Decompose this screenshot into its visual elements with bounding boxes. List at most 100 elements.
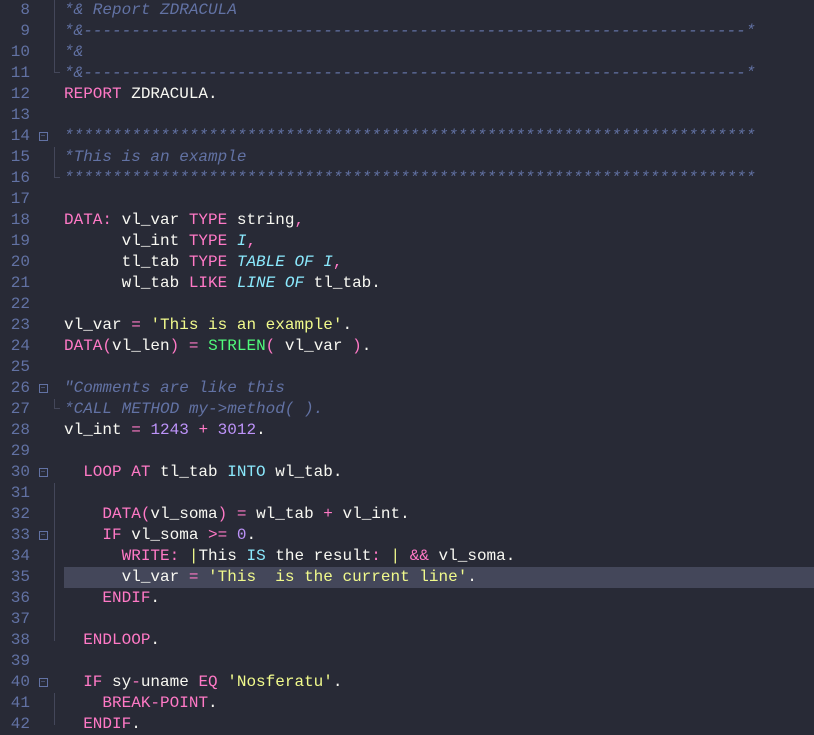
fold-cell bbox=[36, 567, 50, 588]
code-line[interactable]: ****************************************… bbox=[64, 168, 814, 189]
code-line[interactable]: ENDIF. bbox=[64, 588, 814, 609]
token-ident bbox=[189, 421, 199, 439]
code-line[interactable] bbox=[64, 651, 814, 672]
line-number: 27 bbox=[0, 399, 30, 420]
line-number: 32 bbox=[0, 504, 30, 525]
token-comment: ****************************************… bbox=[64, 127, 755, 145]
code-line[interactable]: wl_tab LIKE LINE OF tl_tab. bbox=[64, 273, 814, 294]
token-ident bbox=[400, 547, 410, 565]
code-line[interactable] bbox=[64, 483, 814, 504]
code-line[interactable]: *& Report ZDRACULA bbox=[64, 0, 814, 21]
code-line[interactable]: DATA(vl_len) = STRLEN( vl_var ). bbox=[64, 336, 814, 357]
code-line[interactable]: vl_var = 'This is an example'. bbox=[64, 315, 814, 336]
code-line[interactable]: DATA(vl_soma) = wl_tab + vl_int. bbox=[64, 504, 814, 525]
code-line[interactable] bbox=[64, 441, 814, 462]
token-ident bbox=[64, 673, 83, 691]
fold-cell bbox=[36, 294, 50, 315]
token-number: 0 bbox=[237, 526, 247, 544]
code-editor[interactable]: 8910111213141516171819202122232425262728… bbox=[0, 0, 814, 734]
indent-guide bbox=[50, 210, 64, 231]
code-line[interactable] bbox=[64, 294, 814, 315]
code-line[interactable]: "Comments are like this bbox=[64, 378, 814, 399]
fold-cell[interactable] bbox=[36, 378, 50, 399]
indent-guide bbox=[50, 567, 64, 588]
fold-toggle-icon[interactable] bbox=[39, 132, 48, 141]
token-ident: vl_var bbox=[64, 568, 189, 586]
code-line[interactable]: vl_int TYPE I, bbox=[64, 231, 814, 252]
code-line[interactable]: *CALL METHOD my->method( ). bbox=[64, 399, 814, 420]
token-type: TABLE OF bbox=[237, 253, 314, 271]
line-number: 39 bbox=[0, 651, 30, 672]
indent-guide bbox=[50, 630, 64, 651]
line-number: 17 bbox=[0, 189, 30, 210]
line-number: 11 bbox=[0, 63, 30, 84]
token-keyword: DATA bbox=[102, 505, 140, 523]
code-line[interactable]: *& bbox=[64, 42, 814, 63]
fold-cell bbox=[36, 399, 50, 420]
fold-column bbox=[36, 0, 50, 734]
code-line[interactable]: ****************************************… bbox=[64, 126, 814, 147]
code-area[interactable]: *& Report ZDRACULA*&--------------------… bbox=[64, 0, 814, 734]
line-number: 13 bbox=[0, 105, 30, 126]
code-line[interactable] bbox=[64, 357, 814, 378]
line-number: 28 bbox=[0, 420, 30, 441]
code-line[interactable]: WRITE: |This IS the result: | && vl_soma… bbox=[64, 546, 814, 567]
code-line[interactable]: REPORT ZDRACULA. bbox=[64, 84, 814, 105]
token-ident: wl_tab bbox=[64, 274, 189, 292]
code-line[interactable]: tl_tab TYPE TABLE OF I, bbox=[64, 252, 814, 273]
code-line[interactable] bbox=[64, 189, 814, 210]
token-ident: vl_var bbox=[112, 211, 189, 229]
token-punct: . bbox=[208, 85, 218, 103]
line-number: 38 bbox=[0, 630, 30, 651]
indent-guide bbox=[50, 714, 64, 735]
token-string: 'This is the current line' bbox=[208, 568, 467, 586]
code-line[interactable]: DATA: vl_var TYPE string, bbox=[64, 210, 814, 231]
code-line[interactable] bbox=[64, 105, 814, 126]
token-ident: vl_var bbox=[275, 337, 352, 355]
fold-toggle-icon[interactable] bbox=[39, 384, 48, 393]
indent-guide bbox=[50, 609, 64, 630]
token-punct: . bbox=[208, 694, 218, 712]
token-ident bbox=[64, 463, 83, 481]
token-ident bbox=[64, 631, 83, 649]
token-string: | bbox=[189, 547, 199, 565]
token-operator: = bbox=[189, 337, 199, 355]
fold-cell bbox=[36, 336, 50, 357]
fold-cell bbox=[36, 609, 50, 630]
code-line[interactable]: *&--------------------------------------… bbox=[64, 63, 814, 84]
fold-cell bbox=[36, 357, 50, 378]
line-number: 14 bbox=[0, 126, 30, 147]
token-keyword: ENDLOOP bbox=[83, 631, 150, 649]
code-line[interactable]: BREAK-POINT. bbox=[64, 693, 814, 714]
line-number: 18 bbox=[0, 210, 30, 231]
fold-cell[interactable] bbox=[36, 126, 50, 147]
code-line[interactable]: ENDIF. bbox=[64, 714, 814, 735]
token-ident bbox=[227, 505, 237, 523]
fold-toggle-icon[interactable] bbox=[39, 468, 48, 477]
fold-cell bbox=[36, 693, 50, 714]
token-punct: . bbox=[400, 505, 410, 523]
code-line[interactable]: IF vl_soma >= 0. bbox=[64, 525, 814, 546]
token-keyword: POINT bbox=[160, 694, 208, 712]
fold-cell[interactable] bbox=[36, 525, 50, 546]
indent-guide bbox=[50, 441, 64, 462]
token-punct: . bbox=[256, 421, 266, 439]
token-keyword: DATA bbox=[64, 211, 102, 229]
fold-cell[interactable] bbox=[36, 462, 50, 483]
code-line[interactable]: ENDLOOP. bbox=[64, 630, 814, 651]
fold-cell[interactable] bbox=[36, 672, 50, 693]
fold-toggle-icon[interactable] bbox=[39, 678, 48, 687]
fold-toggle-icon[interactable] bbox=[39, 531, 48, 540]
token-ident: tl_tab bbox=[64, 253, 189, 271]
code-line[interactable]: LOOP AT tl_tab INTO wl_tab. bbox=[64, 462, 814, 483]
fold-cell bbox=[36, 273, 50, 294]
code-line[interactable]: vl_int = 1243 + 3012. bbox=[64, 420, 814, 441]
code-line[interactable]: *This is an example bbox=[64, 147, 814, 168]
indent-guide bbox=[50, 462, 64, 483]
code-line[interactable]: vl_var = 'This is the current line'. bbox=[64, 567, 814, 588]
fold-cell bbox=[36, 105, 50, 126]
code-line[interactable]: *&--------------------------------------… bbox=[64, 21, 814, 42]
fold-cell bbox=[36, 651, 50, 672]
code-line[interactable]: IF sy-uname EQ 'Nosferatu'. bbox=[64, 672, 814, 693]
code-line[interactable] bbox=[64, 609, 814, 630]
